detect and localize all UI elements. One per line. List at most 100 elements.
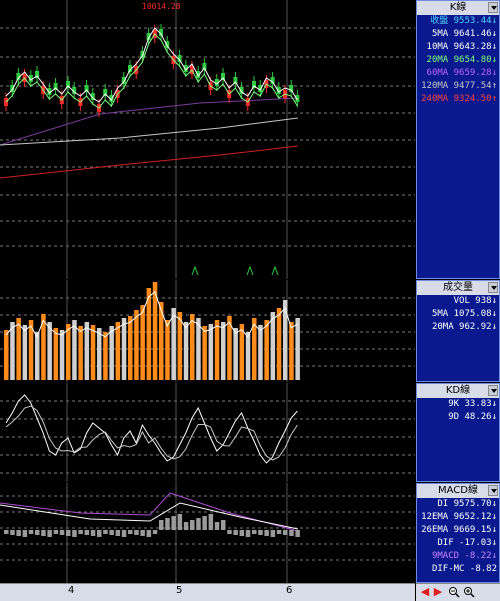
- peak-price-label: 10014.28: [142, 2, 181, 11]
- arrow-right-icon[interactable]: ▶: [432, 586, 444, 598]
- arrow-down-icon: ↓: [491, 551, 497, 561]
- kd-title: KD線: [417, 384, 499, 398]
- macd-histogram-bar: [171, 516, 176, 530]
- volume-bar: [208, 324, 214, 380]
- volume-bar: [115, 322, 121, 380]
- macd-histogram-bar: [239, 530, 245, 536]
- date-tick: 6: [286, 585, 293, 596]
- macd-histogram-bar: [72, 530, 77, 537]
- volume-bar: [59, 330, 65, 380]
- volume-bar: [283, 300, 288, 380]
- kd-dropdown-button[interactable]: [488, 385, 498, 396]
- indicator-label: 9MACD: [431, 551, 460, 561]
- volume-bar: [140, 305, 145, 380]
- macd-histogram-bar: [78, 530, 83, 534]
- volume-bar: [183, 322, 189, 380]
- volume-bar: [295, 318, 300, 380]
- arrow-down-icon: ↓: [491, 499, 497, 509]
- indicator-label: DIF: [437, 538, 454, 548]
- volume-dropdown-button[interactable]: [488, 282, 498, 293]
- indicator-label: 120MA: [421, 81, 449, 91]
- macd-histogram-bar: [121, 530, 127, 537]
- volume-bar: [97, 328, 102, 380]
- ma240-line: [0, 145, 299, 179]
- k-line-dropdown-button[interactable]: [488, 2, 498, 13]
- macd-histogram-bar: [115, 530, 121, 536]
- indicator-value: -8.22: [459, 551, 492, 561]
- indicator-label: 9D: [448, 412, 460, 422]
- kd-legend-panel: KD線 9K 33.83↓ 9D 48.26↓: [416, 383, 500, 482]
- indicator-value: 9643.28: [448, 42, 492, 52]
- macd-histogram-bar: [270, 530, 276, 537]
- date-tick: 5: [176, 585, 183, 596]
- indicator-row: 240MA 9324.50↑: [417, 93, 499, 106]
- macd-histogram-bar: [16, 530, 21, 536]
- k-line-title: K線: [417, 1, 499, 15]
- volume-bar: [72, 320, 77, 380]
- volume-bar: [90, 325, 96, 380]
- kd-k-line: [5, 394, 298, 464]
- macd-histogram-bar: [289, 530, 294, 536]
- macd-histogram-bar: [190, 520, 195, 530]
- arrow-up-icon: ↑: [491, 94, 497, 104]
- macd-histogram-bar: [283, 530, 288, 535]
- volume-bar: [245, 332, 251, 380]
- indicator-label: DIF-MC: [431, 564, 465, 574]
- k-line-chart[interactable]: 10014.28: [0, 0, 415, 279]
- arrow-down-icon: ↓: [491, 16, 497, 26]
- volume-chart[interactable]: [0, 280, 415, 382]
- indicator-value: 962.92: [453, 322, 492, 332]
- volume-bar: [22, 325, 28, 380]
- macd-dropdown-button[interactable]: [488, 485, 498, 496]
- arrow-down-icon: ↓: [491, 538, 497, 548]
- indicator-label: 60MA: [426, 68, 449, 78]
- macd-histogram-bar: [214, 522, 220, 530]
- volume-bar: [196, 318, 201, 380]
- indicator-label: 5MA: [431, 29, 449, 39]
- macd-legend-panel: MACD線 DI 9575.70↓ 12EMA 9652.12↓ 26EMA 966…: [416, 483, 500, 583]
- arrow-down-icon: ↓: [491, 399, 497, 409]
- arrow-down-icon: ↓: [491, 412, 497, 422]
- indicator-row: DIF -17.03↓: [417, 537, 499, 550]
- volume-bar: [66, 324, 71, 380]
- volume-bar: [121, 318, 127, 380]
- indicator-row: 20MA 9654.80↓: [417, 54, 499, 67]
- indicator-row: 26EMA 9669.15↓: [417, 524, 499, 537]
- volume-bar: [128, 316, 133, 380]
- indicator-row: 5MA 1075.08↓: [417, 308, 499, 321]
- arrow-down-icon: ↓: [491, 55, 497, 65]
- zoom-in-icon[interactable]: [463, 586, 475, 598]
- macd-histogram-bar: [128, 530, 133, 534]
- arrow-down-icon: ↓: [491, 322, 497, 332]
- arrow-down-icon: ↓: [491, 68, 497, 78]
- arrow-left-icon[interactable]: ◀: [419, 586, 431, 598]
- volume-bar: [16, 318, 21, 380]
- volume-bar: [258, 325, 263, 380]
- macd-histogram-bar: [97, 530, 102, 537]
- macd-histogram-bar: [208, 514, 214, 530]
- indicator-value: 938: [469, 296, 492, 306]
- macd-chart[interactable]: [0, 483, 415, 583]
- signal-marker: [191, 265, 199, 276]
- volume-bar: [270, 312, 276, 380]
- indicator-row: 9MACD -8.22↓: [417, 550, 499, 563]
- indicator-row: 5MA 9641.46↓: [417, 28, 499, 41]
- macd-histogram-bar: [233, 530, 238, 535]
- signal-marker: [271, 265, 279, 276]
- ma60-line: [0, 97, 299, 146]
- macd-histogram-bar: [4, 530, 9, 534]
- indicator-value: 9669.15: [448, 525, 492, 535]
- indicator-row: 120MA 9477.54↑: [417, 80, 499, 93]
- kd-chart[interactable]: [0, 383, 415, 482]
- zoom-out-icon[interactable]: [448, 586, 460, 598]
- macd-histogram-bar: [134, 530, 139, 535]
- macd-histogram-bar: [196, 518, 201, 530]
- indicator-value: 9575.70: [448, 499, 492, 509]
- macd-histogram-bar: [252, 530, 257, 534]
- volume-bar: [109, 326, 114, 380]
- volume-bar: [214, 320, 220, 380]
- volume-bar: [165, 320, 170, 380]
- macd-histogram-bar: [258, 530, 263, 535]
- volume-title: 成交量: [417, 281, 499, 295]
- volume-bar: [35, 332, 40, 380]
